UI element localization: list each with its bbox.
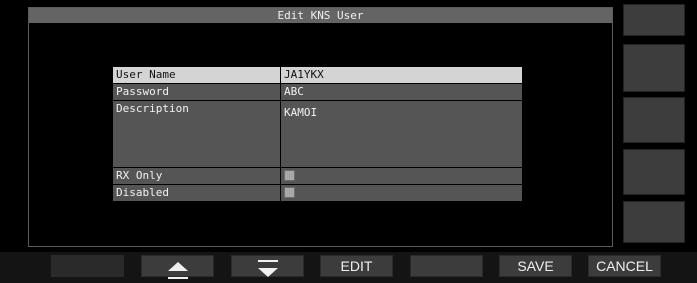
side-button-2[interactable] [623, 44, 685, 92]
disabled-value [281, 185, 522, 201]
side-button-4[interactable] [623, 149, 685, 195]
save-button[interactable]: SAVE [499, 255, 572, 277]
password-field[interactable]: ABC [281, 84, 522, 100]
triangle-up-icon [167, 262, 188, 271]
cancel-button[interactable]: CANCEL [588, 255, 661, 277]
rx-only-checkbox[interactable] [284, 169, 295, 181]
side-button-5[interactable] [623, 201, 685, 243]
rx-only-label: RX Only [113, 168, 281, 184]
user-name-field[interactable]: JA1YKX [281, 67, 522, 83]
side-button-1[interactable] [623, 4, 685, 36]
row-rx-only[interactable]: RX Only [113, 168, 522, 185]
triangle-down-icon [257, 268, 278, 277]
scroll-down-button[interactable] [231, 255, 304, 277]
f1-button[interactable] [51, 255, 124, 277]
disabled-label: Disabled [113, 185, 281, 201]
description-field[interactable]: KAMOI [281, 101, 522, 167]
row-password[interactable]: Password ABC [113, 84, 522, 101]
edit-kns-user-panel: Edit KNS User User Name JA1YKX Password … [28, 7, 613, 247]
row-user-name[interactable]: User Name JA1YKX [113, 67, 522, 84]
side-button-3[interactable] [623, 97, 685, 143]
underline-bar [167, 277, 188, 279]
edit-button[interactable]: EDIT [320, 255, 393, 277]
function-key-bar: EDIT SAVE CANCEL [0, 252, 697, 283]
scroll-up-button[interactable] [141, 255, 214, 279]
password-label: Password [113, 84, 281, 100]
row-disabled[interactable]: Disabled [113, 185, 522, 202]
user-name-label: User Name [113, 67, 281, 83]
f5-button[interactable] [410, 255, 483, 277]
rx-only-value [281, 168, 522, 184]
window-title: Edit KNS User [29, 8, 612, 23]
disabled-checkbox[interactable] [284, 186, 295, 198]
row-description[interactable]: Description KAMOI [113, 101, 522, 168]
description-label: Description [113, 101, 281, 167]
overline-bar [257, 260, 278, 262]
user-form: User Name JA1YKX Password ABC Descriptio… [113, 67, 522, 202]
